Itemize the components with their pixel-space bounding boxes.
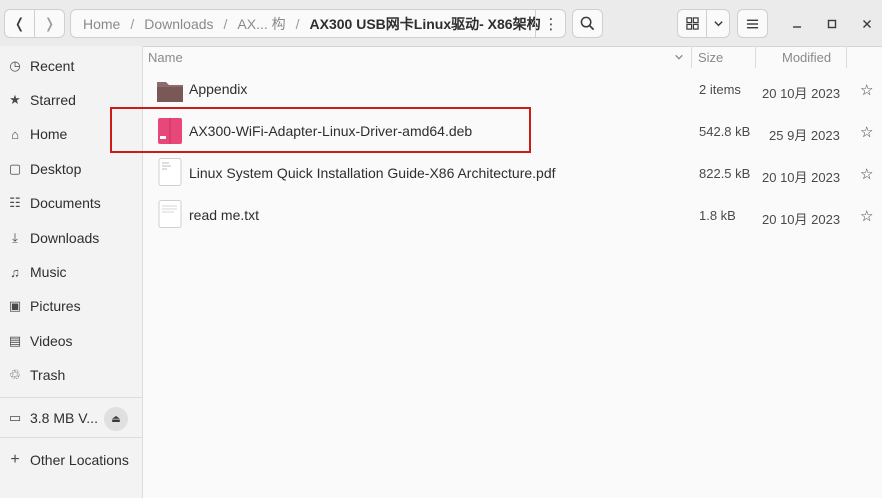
download-icon: ⤓ [12,230,18,245]
eject-icon: ⏏ [111,413,121,425]
sidebar-item-label: Starred [30,92,76,108]
sidebar-item-music[interactable]: ♫ Music [0,257,142,287]
sidebar-item-label: Other Locations [30,452,129,468]
sidebar-item-label: Documents [30,195,101,211]
sidebar-item-trash[interactable]: ♲ Trash [0,360,142,390]
maximize-button[interactable] [816,9,847,38]
file-size: 1.8 kB [699,208,736,223]
sidebar-item-label: Desktop [30,161,82,177]
star-icon[interactable]: ☆ [860,81,873,99]
highlight-box [110,107,531,153]
star-icon[interactable]: ☆ [860,165,873,183]
music-icon: ♫ [10,264,20,280]
minimize-icon [792,25,801,28]
sidebar-item-desktop[interactable]: ▢ Desktop [0,154,142,184]
sidebar-item-recent[interactable]: ◷ Recent [0,51,142,81]
star-icon[interactable]: ☆ [860,207,873,225]
file-modified: 20 10月 2023 [762,212,841,227]
sidebar-item-label: Trash [30,367,66,383]
column-header-size[interactable]: Size [698,46,754,68]
breadcrumb: Home / Downloads / AX... 构 / AX300 USB网卡… [70,9,566,38]
document-icon: ☷ [9,195,21,210]
file-name: Linux System Quick Installation Guide-X8… [189,165,556,181]
video-icon: ▤ [8,333,22,348]
sidebar-item-label: Music [30,264,67,280]
path-menu-button[interactable]: ⋮ [535,9,566,38]
file-name: read me.txt [189,207,260,223]
sidebar-item-other-locations[interactable]: + Other Locations [0,445,142,475]
close-icon [862,19,871,28]
chevron-right-icon: ❭ [43,15,56,31]
column-header-modified[interactable]: Modified [782,46,846,68]
sidebar-divider [0,397,142,398]
sidebar-item-label: Pictures [30,298,81,314]
folder-icon [157,82,183,102]
column-divider [846,46,847,68]
view-options-dropdown[interactable] [706,9,730,38]
file-modified: 20 10月 2023 [762,170,841,185]
maximize-icon [827,19,836,28]
trash-icon: ♲ [9,367,21,382]
view-toggle-button[interactable] [677,9,707,38]
chevron-down-icon [675,54,683,60]
search-icon [580,16,595,31]
column-header-name[interactable]: Name [148,46,690,68]
sidebar-item-label: Videos [30,333,73,349]
column-header-label: Name [148,49,183,65]
minimize-button[interactable] [781,9,812,38]
sidebar-item-label: Recent [30,58,75,74]
sidebar-divider [0,437,142,438]
plus-icon: + [10,451,20,468]
file-modified: 25 9月 2023 [769,128,840,143]
sidebar-item-documents[interactable]: ☷ Documents [0,188,142,218]
desktop-icon: ▢ [8,161,22,176]
file-size: 2 items [699,82,741,97]
pdf-document-icon [158,158,182,186]
main-menu-button[interactable] [737,9,768,38]
search-button[interactable] [572,9,603,38]
breadcrumb-separator: / [130,15,135,32]
header-bar: ❬ ❭ Home / Downloads / AX... 构 / AX300 U… [0,0,882,47]
sidebar-item-label: Home [30,126,68,142]
column-divider [755,46,756,68]
breadcrumb-home[interactable]: Home [83,16,120,32]
eject-button[interactable]: ⏏ [104,407,128,431]
star-icon[interactable]: ☆ [860,123,873,141]
grid-view-icon [685,17,699,30]
chevron-left-icon: ❬ [13,15,26,31]
sidebar-item-volume[interactable]: ▭ 3.8 MB V... [0,403,100,433]
text-file-icon [158,200,182,228]
file-modified: 20 10月 2023 [762,86,841,101]
file-row-appendix[interactable]: Appendix 2 items 20 10月 2023 ☆ [143,68,882,110]
sidebar-item-label: 3.8 MB V... [30,410,98,426]
column-header-label: Size [698,49,724,65]
sidebar-item-downloads[interactable]: ⤓ Downloads [0,223,142,253]
file-name: Appendix [189,81,248,97]
breadcrumb-current[interactable]: AX300 USB网卡Linux驱动- X86架构 [310,14,541,34]
back-button[interactable]: ❬ [4,9,35,38]
star-icon: ★ [9,92,21,107]
drive-icon: ▭ [8,410,22,425]
chevron-down-icon [713,21,723,27]
clock-icon: ◷ [9,58,21,73]
column-divider [691,46,692,68]
vertical-dots-icon: ⋮ [543,15,559,33]
breadcrumb-downloads[interactable]: Downloads [144,16,213,32]
sidebar-item-pictures[interactable]: ▣ Pictures [0,291,142,321]
column-header-label: Modified [782,49,832,65]
file-row-pdf[interactable]: Linux System Quick Installation Guide-X8… [143,152,882,194]
sidebar-item-videos[interactable]: ▤ Videos [0,326,142,356]
file-row-txt[interactable]: read me.txt 1.8 kB 20 10月 2023 ☆ [143,194,882,236]
hamburger-menu-icon [746,19,759,28]
file-size: 542.8 kB [699,124,751,139]
picture-icon: ▣ [8,298,22,313]
breadcrumb-separator: / [223,15,228,32]
sidebar-item-label: Downloads [30,230,100,246]
close-button[interactable] [851,9,882,38]
breadcrumb-middle[interactable]: AX... 构 [237,14,285,34]
forward-button[interactable]: ❭ [34,9,65,38]
breadcrumb-separator: / [295,15,300,32]
file-size: 822.5 kB [699,166,751,181]
home-icon: ⌂ [11,126,19,142]
